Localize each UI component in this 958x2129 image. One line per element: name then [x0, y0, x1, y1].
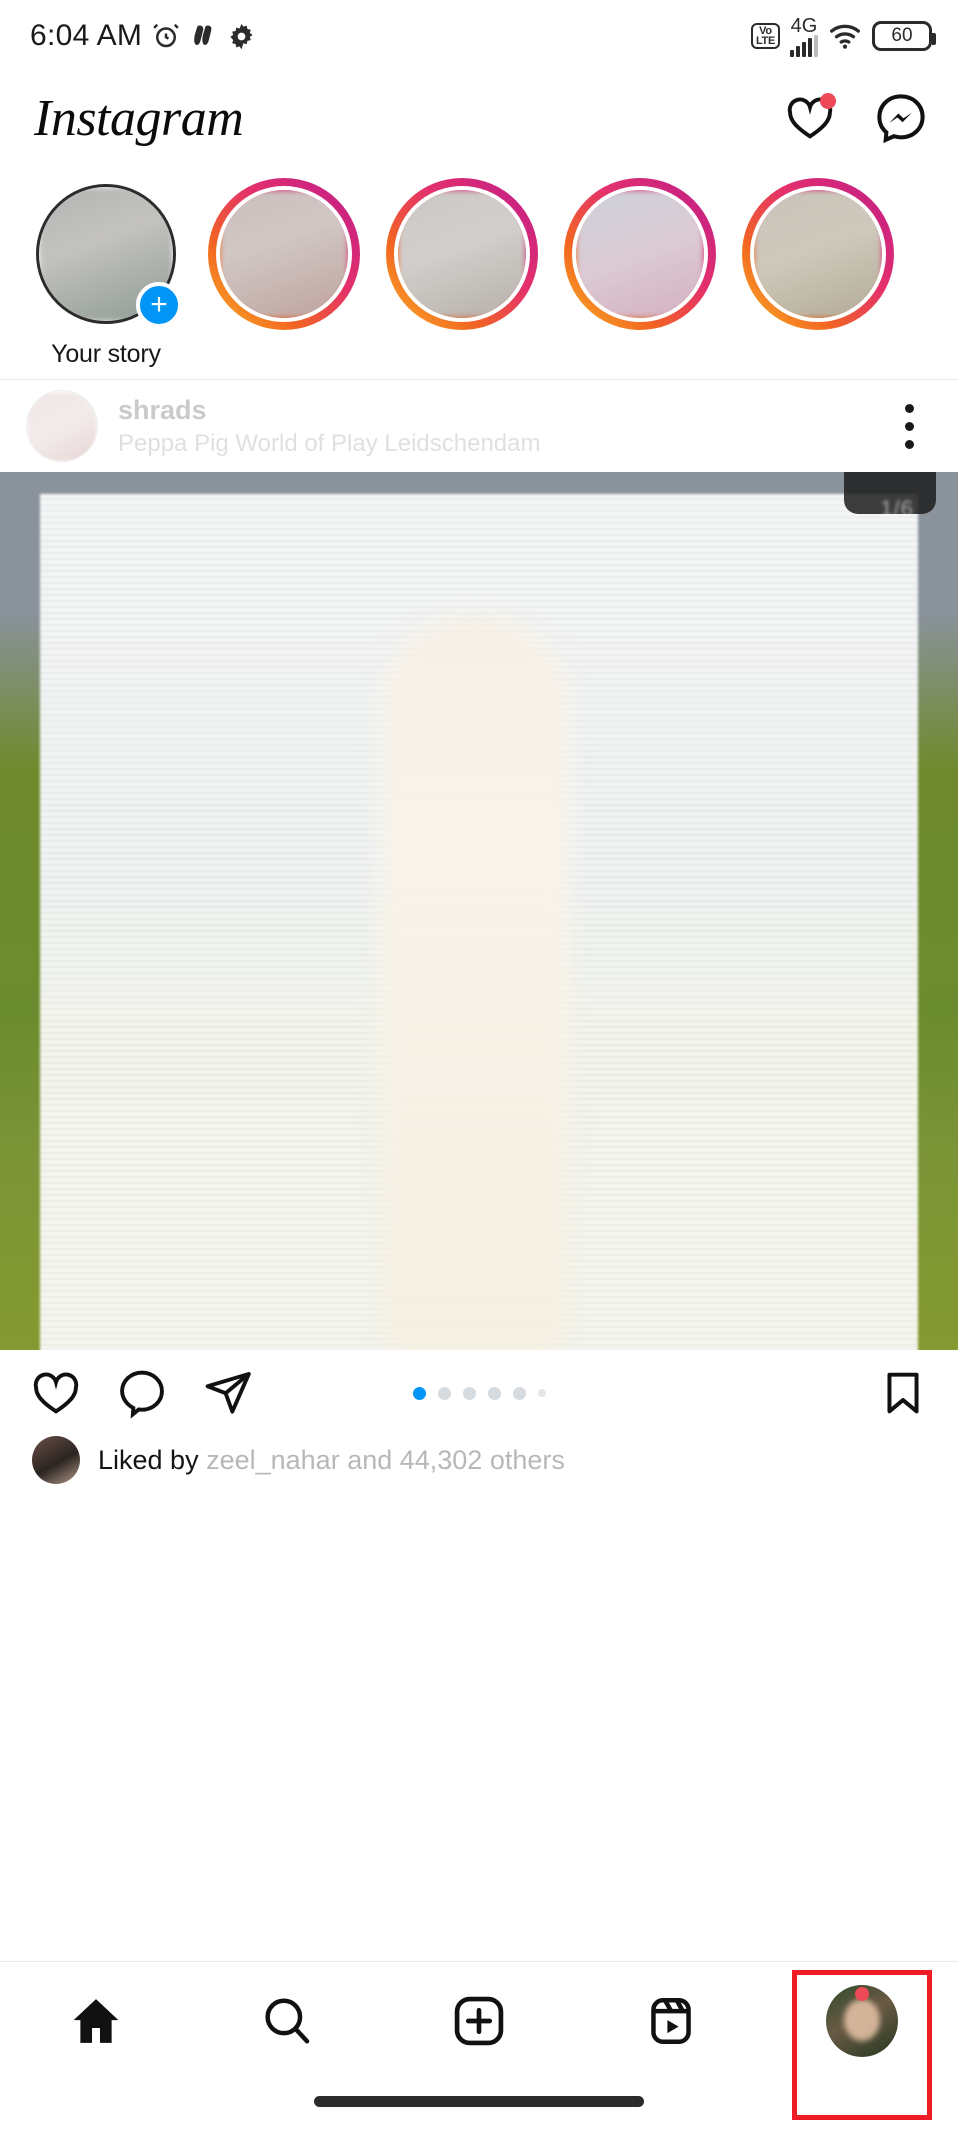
liked-by-suffix[interactable]: and 44,302 others [340, 1445, 565, 1475]
network-indicator: 4G [790, 16, 818, 57]
post-image-subject [380, 614, 570, 1350]
bottom-navigation [0, 1961, 958, 2129]
post-location[interactable]: Peppa Pig World of Play Leidschendam [118, 430, 864, 458]
instagram-app-screen: 6:04 AM Vo LTE 4G 60 Instagram + Your st… [0, 0, 958, 2129]
search-icon [260, 1994, 314, 2048]
kebab-menu-icon[interactable] [884, 396, 934, 456]
story-item-your-story[interactable]: + Your story [30, 178, 182, 369]
status-bar-right: Vo LTE 4G 60 [750, 16, 936, 57]
alarm-icon [151, 21, 181, 51]
dnd-icon [190, 22, 218, 50]
tab-home[interactable] [0, 1993, 192, 2049]
carousel-dot [512, 1386, 526, 1400]
header-actions [784, 91, 928, 145]
reels-icon [644, 1994, 698, 2048]
messenger-icon[interactable] [874, 91, 928, 145]
post-actions-right [878, 1368, 928, 1418]
tab-create[interactable] [383, 1993, 575, 2049]
story-avatar [216, 186, 352, 322]
instagram-logo[interactable]: Instagram [34, 89, 244, 148]
story-item[interactable] [564, 178, 716, 369]
comment-icon[interactable] [116, 1367, 168, 1419]
home-icon [68, 1993, 124, 2049]
status-bar-clock: 6:04 AM [30, 19, 143, 52]
story-ring [208, 178, 360, 330]
stories-tray[interactable]: + Your story [0, 164, 958, 380]
status-bar: 6:04 AM Vo LTE 4G 60 [0, 0, 958, 72]
story-item[interactable] [386, 178, 538, 369]
profile-tab-highlight-box [792, 1970, 932, 2120]
story-ring [742, 178, 894, 330]
wifi-icon [828, 22, 862, 50]
carousel-dot [462, 1386, 476, 1400]
signal-bars-icon [790, 34, 818, 57]
post-media[interactable]: 1/6 [0, 472, 958, 1350]
post-author-info: shrads Peppa Pig World of Play Leidschen… [118, 395, 864, 458]
story-label: Your story [51, 340, 161, 368]
story-item[interactable] [742, 178, 894, 369]
liked-by-row[interactable]: Liked by zeel_nahar and 44,302 others [0, 1436, 958, 1498]
status-bar-left: 6:04 AM [30, 19, 256, 53]
post-image [40, 494, 918, 1350]
volte-bottom-text: LTE [755, 35, 775, 47]
story-avatar [572, 186, 708, 322]
story-avatar [750, 186, 886, 322]
carousel-dot [487, 1386, 501, 1400]
media-counter-badge: 1/6 [880, 496, 914, 521]
carousel-dot [437, 1386, 451, 1400]
gesture-bar[interactable] [314, 2096, 644, 2107]
add-story-icon[interactable]: + [136, 282, 182, 328]
carousel-dot-active [412, 1386, 426, 1400]
liked-by-username[interactable]: zeel_nahar [206, 1445, 340, 1475]
profile-notification-dot [855, 1987, 869, 2001]
post-username[interactable]: shrads [118, 395, 864, 426]
heart-icon[interactable] [784, 92, 836, 144]
tab-reels[interactable] [575, 1994, 767, 2048]
app-header: Instagram [0, 72, 958, 164]
post-author-avatar[interactable] [26, 390, 98, 462]
story-avatar [394, 186, 530, 322]
post-header: shrads Peppa Pig World of Play Leidschen… [0, 380, 958, 472]
post-actions [0, 1350, 958, 1436]
story-ring [564, 178, 716, 330]
gear-icon [227, 22, 256, 51]
liker-avatar [32, 1436, 80, 1484]
volte-icon: Vo LTE [750, 22, 780, 50]
network-type-label: 4G [790, 14, 818, 37]
bookmark-icon[interactable] [878, 1368, 928, 1418]
story-ring [386, 178, 538, 330]
share-icon[interactable] [202, 1367, 254, 1419]
battery-icon: 60 [872, 21, 936, 51]
tab-search[interactable] [192, 1994, 384, 2048]
battery-level-text: 60 [891, 25, 913, 46]
heart-icon[interactable] [30, 1367, 82, 1419]
liked-by-text: Liked by zeel_nahar and 44,302 others [98, 1445, 565, 1476]
story-ring: + [30, 178, 182, 330]
post-actions-left [30, 1367, 254, 1419]
plus-square-icon [451, 1993, 507, 2049]
carousel-dot [537, 1389, 546, 1397]
liked-by-prefix: Liked by [98, 1444, 207, 1475]
story-item[interactable] [208, 178, 360, 369]
